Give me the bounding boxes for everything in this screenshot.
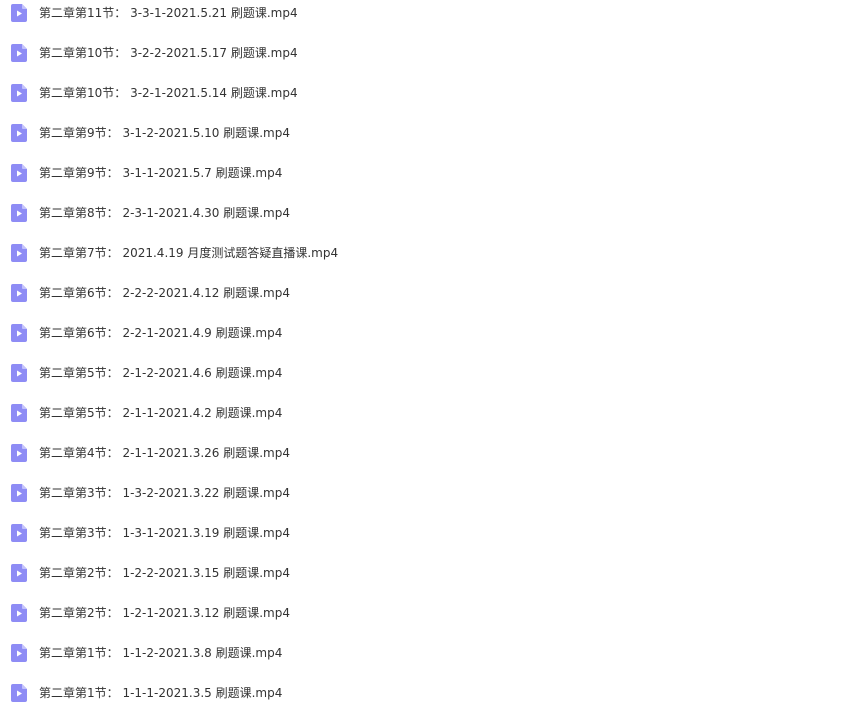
file-row[interactable]: 第二章第6节： 2-2-2-2021.4.12 刷题课.mp4: [0, 273, 846, 313]
file-row[interactable]: 第二章第1节： 1-1-1-2021.3.5 刷题课.mp4: [0, 673, 846, 713]
file-name: 第二章第6节： 2-2-1-2021.4.9 刷题课.mp4: [39, 326, 283, 340]
file-name: 第二章第5节： 2-1-2-2021.4.6 刷题课.mp4: [39, 366, 283, 380]
file-name: 第二章第3节： 1-3-2-2021.3.22 刷题课.mp4: [39, 486, 290, 500]
file-row[interactable]: 第二章第9节： 3-1-1-2021.5.7 刷题课.mp4: [0, 153, 846, 193]
file-name: 第二章第2节： 1-2-1-2021.3.12 刷题课.mp4: [39, 606, 290, 620]
file-row[interactable]: 第二章第11节： 3-3-1-2021.5.21 刷题课.mp4: [0, 0, 846, 33]
file-name: 第二章第3节： 1-3-1-2021.3.19 刷题课.mp4: [39, 526, 290, 540]
file-row[interactable]: 第二章第10节： 3-2-1-2021.5.14 刷题课.mp4: [0, 73, 846, 113]
file-row[interactable]: 第二章第3节： 1-3-1-2021.3.19 刷题课.mp4: [0, 513, 846, 553]
file-name: 第二章第1节： 1-1-1-2021.3.5 刷题课.mp4: [39, 686, 283, 700]
file-row[interactable]: 第二章第1节： 1-1-2-2021.3.8 刷题课.mp4: [0, 633, 846, 673]
file-row[interactable]: 第二章第5节： 2-1-1-2021.4.2 刷题课.mp4: [0, 393, 846, 433]
file-row[interactable]: 第二章第2节： 1-2-1-2021.3.12 刷题课.mp4: [0, 593, 846, 633]
file-row[interactable]: 第二章第8节： 2-3-1-2021.4.30 刷题课.mp4: [0, 193, 846, 233]
file-name: 第二章第7节： 2021.4.19 月度测试题答疑直播课.mp4: [39, 246, 339, 260]
file-row[interactable]: 第二章第7节： 2021.4.19 月度测试题答疑直播课.mp4: [0, 233, 846, 273]
file-row[interactable]: 第二章第9节： 3-1-2-2021.5.10 刷题课.mp4: [0, 113, 846, 153]
video-file-icon: [11, 524, 27, 542]
video-file-icon: [11, 404, 27, 422]
file-name: 第二章第9节： 3-1-1-2021.5.7 刷题课.mp4: [39, 166, 283, 180]
video-file-icon: [11, 564, 27, 582]
file-row[interactable]: 第二章第4节： 2-1-1-2021.3.26 刷题课.mp4: [0, 433, 846, 473]
file-row[interactable]: 第二章第5节： 2-1-2-2021.4.6 刷题课.mp4: [0, 353, 846, 393]
video-file-icon: [11, 604, 27, 622]
video-file-icon: [11, 284, 27, 302]
file-name: 第二章第8节： 2-3-1-2021.4.30 刷题课.mp4: [39, 206, 290, 220]
video-file-icon: [11, 244, 27, 262]
video-file-icon: [11, 444, 27, 462]
file-row[interactable]: 第二章第3节： 1-3-2-2021.3.22 刷题课.mp4: [0, 473, 846, 513]
video-file-icon: [11, 644, 27, 662]
file-name: 第二章第11节： 3-3-1-2021.5.21 刷题课.mp4: [39, 6, 298, 20]
file-row[interactable]: 第二章第2节： 1-2-2-2021.3.15 刷题课.mp4: [0, 553, 846, 593]
video-file-icon: [11, 684, 27, 702]
file-name: 第二章第2节： 1-2-2-2021.3.15 刷题课.mp4: [39, 566, 290, 580]
file-name: 第二章第5节： 2-1-1-2021.4.2 刷题课.mp4: [39, 406, 283, 420]
video-file-icon: [11, 484, 27, 502]
file-row[interactable]: 第二章第10节： 3-2-2-2021.5.17 刷题课.mp4: [0, 33, 846, 73]
video-file-icon: [11, 4, 27, 22]
video-file-icon: [11, 124, 27, 142]
video-file-icon: [11, 84, 27, 102]
video-file-icon: [11, 44, 27, 62]
file-name: 第二章第1节： 1-1-2-2021.3.8 刷题课.mp4: [39, 646, 283, 660]
file-name: 第二章第4节： 2-1-1-2021.3.26 刷题课.mp4: [39, 446, 290, 460]
file-row[interactable]: 第二章第6节： 2-2-1-2021.4.9 刷题课.mp4: [0, 313, 846, 353]
file-name: 第二章第10节： 3-2-2-2021.5.17 刷题课.mp4: [39, 46, 298, 60]
file-name: 第二章第10节： 3-2-1-2021.5.14 刷题课.mp4: [39, 86, 298, 100]
video-file-icon: [11, 324, 27, 342]
video-file-icon: [11, 204, 27, 222]
file-name: 第二章第9节： 3-1-2-2021.5.10 刷题课.mp4: [39, 126, 290, 140]
file-name: 第二章第6节： 2-2-2-2021.4.12 刷题课.mp4: [39, 286, 290, 300]
file-list: 第二章第11节： 3-3-1-2021.5.21 刷题课.mp4 第二章第10节：…: [0, 0, 846, 713]
video-file-icon: [11, 364, 27, 382]
video-file-icon: [11, 164, 27, 182]
